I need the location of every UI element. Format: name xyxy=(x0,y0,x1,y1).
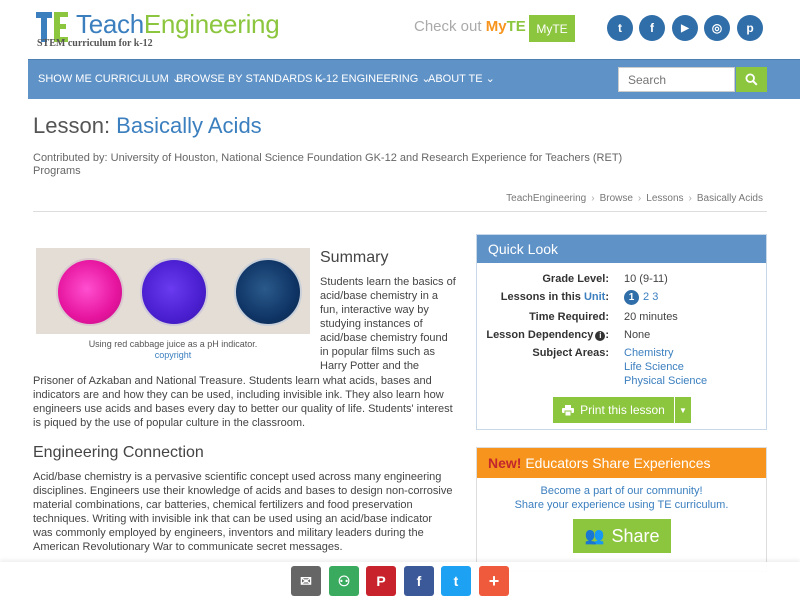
time-required-value: 20 minutes xyxy=(624,311,678,323)
nav-k12-engineering[interactable]: K-12 ENGINEERING ⌄ xyxy=(315,72,431,85)
unit-link[interactable]: Unit xyxy=(584,291,605,303)
engineering-connection-heading: Engineering Connection xyxy=(33,444,204,461)
nav-about-te[interactable]: ABOUT TE ⌄ xyxy=(428,72,495,85)
breadcrumb-home[interactable]: TeachEngineering xyxy=(506,193,586,204)
educators-share-panel: New! Educators Share Experiences Become … xyxy=(476,447,767,572)
share-button[interactable]: 👥 Share xyxy=(573,519,671,553)
unit-lesson-2[interactable]: 2 xyxy=(643,291,649,303)
lesson-dependency-value: None xyxy=(624,329,651,341)
more-share-icon[interactable]: + xyxy=(479,566,509,596)
chevron-right-icon: › xyxy=(688,193,692,204)
engineering-connection-text: Acid/base chemistry is a pervasive scien… xyxy=(33,471,453,553)
unit-pagination: 12 3 xyxy=(624,290,658,305)
copyright-link[interactable]: copyright xyxy=(36,350,310,360)
breadcrumb-current: Basically Acids xyxy=(696,193,763,204)
email-icon[interactable]: ✉ xyxy=(291,566,321,596)
pink-dish xyxy=(56,258,124,326)
search-icon xyxy=(745,73,758,86)
community-invite-text: Become a part of our community! xyxy=(540,485,703,497)
chevron-right-icon: › xyxy=(591,193,595,204)
subject-areas-label: Subject Areas: xyxy=(532,347,609,359)
educators-share-heading: New! Educators Share Experiences xyxy=(477,448,766,478)
page-title: Lesson: Basically Acids xyxy=(33,113,262,138)
instagram-icon[interactable]: ◎ xyxy=(704,15,730,41)
quick-look-heading: Quick Look xyxy=(477,235,766,263)
divider xyxy=(33,211,767,212)
chevron-right-icon: › xyxy=(637,193,642,204)
printer-icon xyxy=(562,404,575,416)
grade-level-value: 10 (9-11) xyxy=(624,273,668,285)
twitter-icon[interactable]: t xyxy=(607,15,633,41)
logo-wordmark: TeachEngineering xyxy=(76,9,280,39)
unit-lesson-1[interactable]: 1 xyxy=(624,290,639,305)
myte-button[interactable]: MyTE xyxy=(529,15,575,42)
breadcrumb: TeachEngineering › Browse › Lessons › Basicall… xyxy=(506,193,763,204)
site-header: TeachEngineering STEM curriculum for k-1… xyxy=(0,0,800,58)
purple-dish xyxy=(140,258,208,326)
share-experience-text: Share your experience using TE curriculu… xyxy=(514,499,729,511)
unit-lesson-3[interactable]: 3 xyxy=(652,291,658,303)
caret-down-icon: ▼ xyxy=(679,405,687,415)
share-toolbar: ✉ ⚇ P f t + xyxy=(0,562,800,600)
checkout-myte-text: Check out MyTE xyxy=(414,18,526,35)
print-lesson-button[interactable]: Print this lesson xyxy=(553,397,674,423)
chevron-down-icon: ⌄ xyxy=(485,73,495,85)
logo-tagline: STEM curriculum for k-12 xyxy=(37,38,153,49)
main-nav: SHOW ME CURRICULUM ⌄ BROWSE BY STANDARDS… xyxy=(28,59,800,99)
share-community-icon[interactable]: ⚇ xyxy=(329,566,359,596)
lessons-in-unit-label: Lessons in this Unit: xyxy=(500,291,609,303)
breadcrumb-lessons[interactable]: Lessons xyxy=(646,193,683,204)
info-icon[interactable]: i xyxy=(595,331,606,341)
quick-look-panel: Quick Look Grade Level: 10 (9-11) Lesson… xyxy=(476,234,767,430)
subject-chemistry[interactable]: Chemistry xyxy=(624,347,674,359)
facebook-share-icon[interactable]: f xyxy=(404,566,434,596)
users-icon: 👥 xyxy=(584,528,605,545)
summary-text: Students learn the basics of acid/base c… xyxy=(320,276,456,372)
image-caption: Using red cabbage juice as a pH indicato… xyxy=(88,339,258,349)
pinterest-share-icon[interactable]: P xyxy=(366,566,396,596)
nav-browse-by-standards[interactable]: BROWSE BY STANDARDS ⌄ xyxy=(176,72,325,85)
twitter-share-icon[interactable]: t xyxy=(441,566,471,596)
summary-heading: Summary xyxy=(320,249,389,266)
breadcrumb-browse[interactable]: Browse xyxy=(600,193,633,204)
contributed-by: Contributed by: University of Houston, N… xyxy=(33,152,623,177)
subject-life-science[interactable]: Life Science xyxy=(624,361,684,373)
summary-text-continued: Prisoner of Azkaban and National Treasur… xyxy=(33,375,453,429)
pinterest-icon[interactable]: p xyxy=(737,15,763,41)
subject-physical-science[interactable]: Physical Science xyxy=(624,375,707,387)
facebook-icon[interactable]: f xyxy=(639,15,665,41)
ph-indicator-photo xyxy=(36,248,310,334)
blue-dish xyxy=(234,258,302,326)
print-options-dropdown[interactable]: ▼ xyxy=(675,397,691,423)
lesson-dependency-label: Lesson Dependency i: xyxy=(486,329,609,341)
nav-show-me-curriculum[interactable]: SHOW ME CURRICULUM ⌄ xyxy=(38,72,181,85)
search-input[interactable] xyxy=(618,67,735,92)
share-label: Share xyxy=(611,525,660,546)
search-button[interactable] xyxy=(736,67,767,92)
time-required-label: Time Required: xyxy=(529,311,609,323)
youtube-icon[interactable]: ▶ xyxy=(672,15,698,41)
print-lesson-label: Print this lesson xyxy=(580,403,665,417)
grade-level-label: Grade Level: xyxy=(542,273,609,285)
